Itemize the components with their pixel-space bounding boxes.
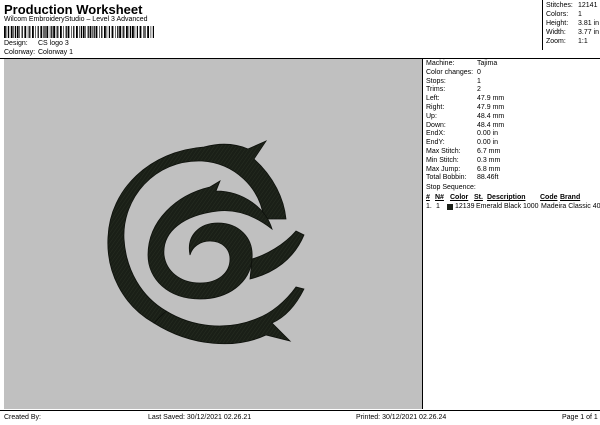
printed-date: Printed: 30/12/2021 02.26.24 xyxy=(356,414,447,421)
col-brand: Brand xyxy=(560,194,581,201)
detail-value: 6.7 mm xyxy=(477,148,501,155)
detail-label: EndX: xyxy=(426,130,446,138)
design-meta: Design: CS logo 3 Colorway: Colorway 1 xyxy=(0,40,200,58)
col-color: Color xyxy=(450,194,469,201)
colors-label: Colors: xyxy=(546,11,569,18)
embroidery-design xyxy=(107,140,305,345)
detail-value: 48.4 mm xyxy=(477,121,505,129)
row-needle: 1 xyxy=(436,203,440,210)
detail-label: Min Stitch: xyxy=(426,156,459,164)
design-value: CS logo 3 xyxy=(38,40,69,47)
detail-label: Total Bobbin: xyxy=(426,174,467,182)
detail-value: 0 xyxy=(477,68,481,76)
last-saved: Last Saved: 30/12/2021 02.26.21 xyxy=(148,414,252,421)
col-code: Code xyxy=(540,194,558,201)
detail-value: 1 xyxy=(477,77,481,85)
detail-value: 47.9 mm xyxy=(477,95,505,103)
col-description: Description xyxy=(487,194,526,201)
colors-value: 1 xyxy=(578,11,582,18)
height-value: 3.81 in xyxy=(578,20,600,27)
detail-label: Right: xyxy=(426,104,445,111)
stitches-label: Stitches: xyxy=(546,2,573,9)
detail-label: Max Stitch: xyxy=(426,148,461,155)
software-name: Wilcom EmbroideryStudio – Level 3 Advanc… xyxy=(4,16,148,23)
design-label: Design: xyxy=(4,40,28,47)
detail-row: Color changes: 0 xyxy=(426,69,596,78)
detail-label: Machine: xyxy=(426,60,455,67)
detail-label: Trims: xyxy=(426,86,446,94)
col-needle: N# xyxy=(435,194,444,201)
detail-value: Tajima xyxy=(477,60,498,67)
colorway-label: Colorway: xyxy=(4,49,36,56)
barcode xyxy=(4,26,154,38)
detail-value: 0.00 in xyxy=(477,139,499,147)
row-code: 1000 xyxy=(523,203,539,210)
detail-row: EndX: 0.00 in xyxy=(426,130,596,139)
detail-label: Up: xyxy=(426,112,437,120)
row-num: 1. xyxy=(426,203,432,210)
footer: Created By: Last Saved: 30/12/2021 02.26… xyxy=(0,410,600,425)
created-by: Created By: xyxy=(4,414,41,421)
width-label: Width: xyxy=(546,29,566,36)
cs-logo-icon xyxy=(107,140,305,345)
detail-row: Right: 47.9 mm xyxy=(426,104,596,113)
detail-row: EndY: 0.00 in xyxy=(426,139,596,148)
table-row: 1. 1 12139 Emerald Black 1000 Madeira Cl… xyxy=(423,203,600,212)
page-number: Page 1 of 1 xyxy=(562,414,598,421)
detail-value: 0.00 in xyxy=(477,130,499,138)
table-header: # N# Color St. Description Code Brand xyxy=(423,194,600,203)
colorway-value: Colorway 1 xyxy=(38,49,74,56)
row-description: Emerald Black xyxy=(476,203,522,210)
details-panel: Machine: Tajima Color changes: 0 Stops: 1 Trim… xyxy=(422,59,600,409)
detail-row: Machine: Tajima xyxy=(426,60,596,69)
zoom-label: Zoom: xyxy=(546,38,566,45)
detail-value: 48.4 mm xyxy=(477,112,505,120)
detail-label: Down: xyxy=(426,121,446,129)
zoom-value: 1:1 xyxy=(578,38,588,45)
detail-label: EndY: xyxy=(426,139,445,147)
design-canvas[interactable] xyxy=(4,59,422,409)
width-value: 3.77 in xyxy=(578,29,600,36)
detail-row: Total Bobbin: 88.46ft xyxy=(426,174,596,183)
detail-label: Left: xyxy=(426,95,440,103)
detail-value: 47.9 mm xyxy=(477,104,505,111)
height-label: Height: xyxy=(546,20,569,27)
detail-label: Stops: xyxy=(426,77,446,85)
col-num: # xyxy=(426,194,430,201)
detail-label: Color changes: xyxy=(426,68,474,76)
detail-value: 6.8 mm xyxy=(477,165,501,173)
detail-row: Left: 47.9 mm xyxy=(426,95,596,104)
detail-row: Min Stitch: 0.3 mm xyxy=(426,157,596,166)
detail-value: 2 xyxy=(477,86,481,94)
stitches-value: 12141 xyxy=(578,2,598,9)
detail-row: Max Stitch: 6.7 mm xyxy=(426,148,596,157)
thread-color-swatch xyxy=(447,204,453,210)
col-stitches: St. xyxy=(474,194,483,201)
detail-row: Trims: 2 xyxy=(426,86,596,95)
detail-row: Max Jump: 6.8 mm xyxy=(426,166,596,175)
summary-box: Stitches: 12141 Colors: 1 Height: 3.81 in W… xyxy=(542,0,600,50)
row-brand: Madeira Classic 40 xyxy=(541,203,600,210)
detail-row: Up: 48.4 mm xyxy=(426,113,596,122)
detail-value: 88.46ft xyxy=(477,174,499,182)
detail-label: Max Jump: xyxy=(426,165,461,173)
detail-row: Down: 48.4 mm xyxy=(426,122,596,131)
page-title: Production Worksheet xyxy=(4,2,143,17)
row-stitches: 12139 xyxy=(455,203,475,210)
stop-sequence-heading: Stop Sequence: xyxy=(426,184,476,191)
detail-value: 0.3 mm xyxy=(477,156,501,164)
detail-row: Stops: 1 xyxy=(426,78,596,87)
